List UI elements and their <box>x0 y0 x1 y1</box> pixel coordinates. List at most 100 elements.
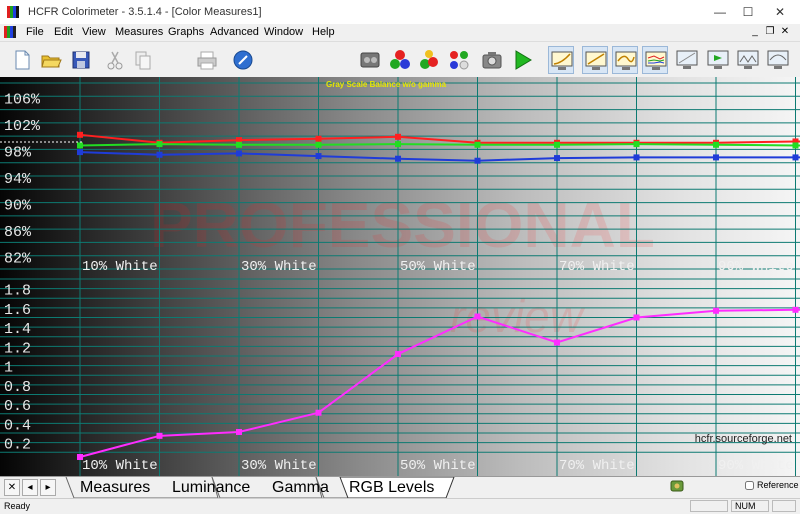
y-axis-label-top: 98% <box>4 144 32 161</box>
y-axis-label-top: 90% <box>4 198 32 215</box>
monitor-d-icon[interactable] <box>765 46 791 74</box>
menu-edit[interactable]: Edit <box>54 26 73 38</box>
status-num: NUM <box>731 500 769 512</box>
big-watermark: PROFESSIONAL <box>150 189 655 261</box>
mdi-restore-button[interactable]: ❐ <box>763 26 777 38</box>
rgb-balance-point <box>395 141 401 148</box>
menu-window[interactable]: Window <box>264 26 303 38</box>
mdi-minimize-button[interactable]: _ <box>748 26 762 38</box>
tab-gamma[interactable]: Gamma <box>272 477 329 498</box>
y-axis-label-bottom: 0.4 <box>4 417 31 434</box>
rgb-balance-point <box>77 149 83 156</box>
x-axis-label-bottom: 50% White <box>400 458 476 474</box>
rgb-balance-point <box>713 154 719 161</box>
graph-gamma-icon[interactable] <box>548 46 574 74</box>
title-bar: HCFR Colorimeter - 3.5.1.4 - [Color Meas… <box>0 0 800 24</box>
x-axis-label-bottom: 30% White <box>241 458 317 474</box>
x-axis-label-bottom: 70% White <box>559 458 635 474</box>
x-axis-label-top: 90% White <box>718 259 794 275</box>
sourceforge-watermark: hcfr.sourceforge.net <box>695 433 792 445</box>
graph-area: PROFESSIONAL review Gray Scale Balance w… <box>0 77 800 476</box>
rgb-balance-line <box>79 143 800 147</box>
monitor-c-icon[interactable] <box>735 46 761 74</box>
rgb-balls-icon[interactable] <box>387 46 413 74</box>
rgb-balance-point <box>633 141 640 148</box>
reference-checkbox[interactable]: Reference <box>745 480 799 491</box>
monitor-b-icon[interactable] <box>705 46 731 74</box>
y-axis-label-top: 102% <box>4 118 41 135</box>
save-disk-icon[interactable] <box>68 46 94 74</box>
rgb-balance-point <box>315 141 322 148</box>
rgb-balance-point <box>792 142 799 149</box>
rgb-balance-point <box>792 154 799 161</box>
tab-luminance[interactable]: Luminance <box>172 477 250 498</box>
rgb-balance-point <box>395 133 401 140</box>
y-axis-label-top: 82% <box>4 251 32 268</box>
graphs-svg: PROFESSIONAL review Gray Scale Balance w… <box>0 77 800 476</box>
tab-measures[interactable]: Measures <box>80 477 150 498</box>
print-icon[interactable] <box>194 46 220 74</box>
delta-e-point <box>236 428 242 435</box>
graph-rgb-levels-icon[interactable] <box>642 46 668 74</box>
y-axis-label-bottom: 1.4 <box>4 321 31 338</box>
monitor-a-icon[interactable] <box>674 46 700 74</box>
mdi-close-button[interactable]: ✕ <box>778 26 792 38</box>
menu-view[interactable]: View <box>82 26 106 38</box>
status-pane-scrl <box>772 500 796 512</box>
delta-e-point <box>156 432 163 439</box>
new-file-icon[interactable] <box>9 46 35 74</box>
delta-e-point <box>554 339 560 346</box>
x-axis-label-top: 50% White <box>400 259 476 275</box>
x-axis-label-bottom: 10% White <box>82 458 158 474</box>
tab-scroll-left-button[interactable]: ◂ <box>22 479 38 496</box>
cut-scissors-icon[interactable] <box>102 46 128 74</box>
play-measure-icon[interactable] <box>509 46 535 74</box>
y-axis-label-bottom: 1.6 <box>4 302 31 319</box>
graph-curve-icon[interactable] <box>612 46 638 74</box>
status-bar: Ready NUM <box>0 498 800 514</box>
rgb-balance-point <box>236 150 242 157</box>
x-axis-labels: 10% White 10% White 30% White 30% White 50% … <box>82 259 794 474</box>
rgb-balance-point <box>713 141 719 148</box>
tab-rgb-levels[interactable]: RGB Levels <box>349 477 434 498</box>
menu-measures[interactable]: Measures <box>115 26 163 38</box>
rgb-balance-point <box>474 141 481 148</box>
y-axis-label-bottom: 1.2 <box>4 340 31 357</box>
chart-title: Gray Scale Balance w/o gamma <box>326 80 447 89</box>
y-axis-label-top: 86% <box>4 224 32 241</box>
tab-scroll-right-button[interactable]: ▸ <box>40 479 56 496</box>
app-icon <box>7 6 21 18</box>
toolbar <box>0 41 800 78</box>
delta-e-point <box>713 307 719 314</box>
pattern-colors-icon[interactable] <box>446 46 472 74</box>
menu-file[interactable]: File <box>26 26 44 38</box>
generator-icon[interactable] <box>357 46 383 74</box>
close-button[interactable]: ✕ <box>760 0 800 24</box>
x-axis-label-bottom: 90% White <box>718 458 794 474</box>
camera-icon[interactable] <box>479 46 505 74</box>
rgb-balance-point <box>156 151 163 158</box>
sensor-status-icon <box>670 480 684 492</box>
delta-e-point <box>315 409 322 416</box>
menu-advanced[interactable]: Advanced <box>210 26 259 38</box>
reference-label: Reference <box>757 480 799 490</box>
y-axis-label-bottom: 0.8 <box>4 379 31 396</box>
reference-checkbox-box[interactable] <box>745 481 754 491</box>
tab-close-button[interactable]: ✕ <box>4 479 20 496</box>
menu-help[interactable]: Help <box>312 26 335 38</box>
y-axis-label-top: 106% <box>4 91 41 108</box>
y-axis-label-bottom: 0.6 <box>4 398 31 415</box>
rgb-balance-point <box>77 142 83 149</box>
document-icon[interactable] <box>4 26 16 38</box>
sensor-select-icon[interactable] <box>416 46 442 74</box>
status-text: Ready <box>4 501 31 511</box>
graph-luminance-icon[interactable] <box>582 46 608 74</box>
x-axis-label-top: 10% White <box>82 259 158 275</box>
status-pane-blank <box>690 500 728 512</box>
x-axis-label-top: 70% White <box>559 259 635 275</box>
rgb-balance-point <box>236 141 242 148</box>
open-folder-icon[interactable] <box>38 46 64 74</box>
copy-icon[interactable] <box>130 46 156 74</box>
menu-graphs[interactable]: Graphs <box>168 26 204 38</box>
about-icon[interactable] <box>230 46 256 74</box>
